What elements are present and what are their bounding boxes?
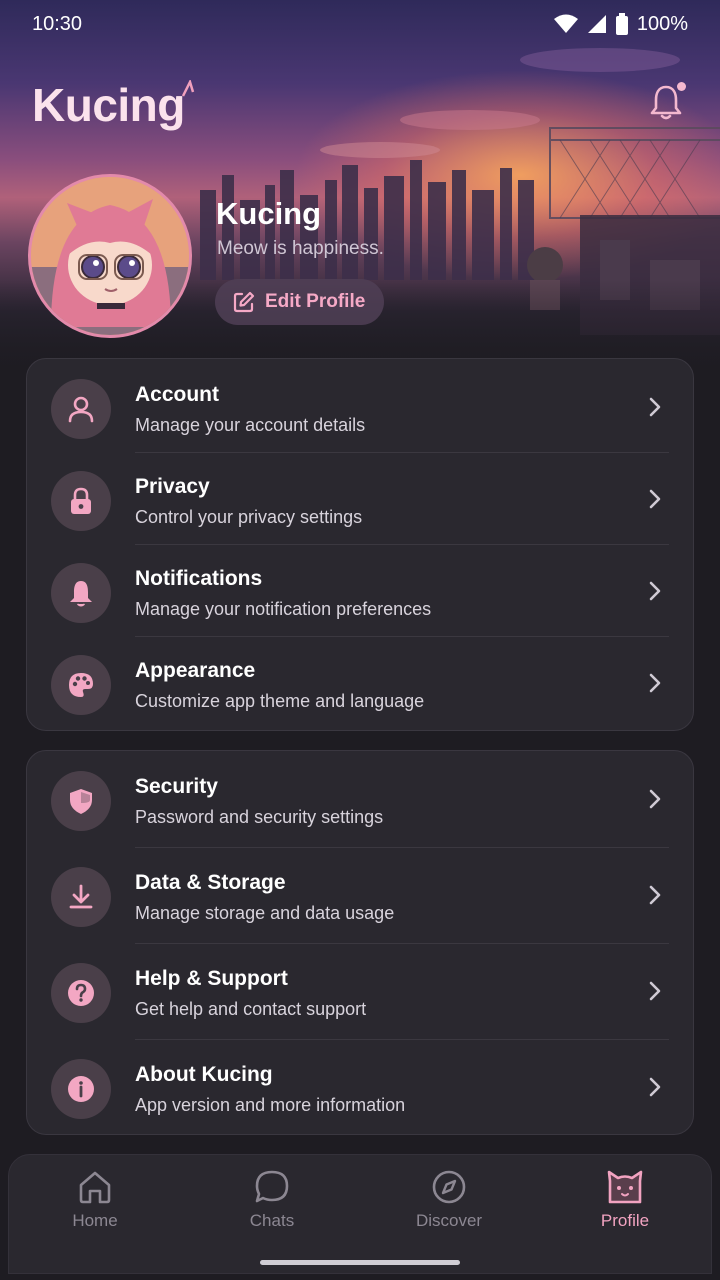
chevron-right-icon [649, 489, 661, 509]
chevron-right-icon [649, 397, 661, 417]
wifi-icon [553, 14, 578, 33]
settings-item-account[interactable]: Account Manage your account details [27, 361, 693, 453]
settings-item-help-support[interactable]: Help & Support Get help and contact supp… [27, 945, 693, 1037]
settings-card-support: Security Password and security settings … [26, 750, 694, 1135]
settings-item-title: Security [135, 775, 218, 798]
nav-profile[interactable]: Profile [565, 1169, 685, 1231]
person-icon [68, 396, 94, 423]
nav-discover[interactable]: Discover [389, 1169, 509, 1231]
settings-item-subtitle: Control your privacy settings [135, 507, 363, 527]
chevron-right-icon [649, 885, 661, 905]
divider [135, 847, 669, 848]
battery-icon [615, 13, 628, 35]
compass-icon [432, 1170, 466, 1204]
nav-label: Profile [600, 1211, 650, 1230]
bottom-nav: Home Chats Discover Profile [8, 1154, 712, 1274]
profile-bio: Meow is happiness. [217, 238, 384, 259]
settings-item-privacy[interactable]: Privacy Control your privacy settings [27, 453, 693, 545]
settings-item-subtitle: Manage your notification preferences [135, 599, 432, 619]
settings-item-about[interactable]: About Kucing App version and more inform… [27, 1041, 693, 1133]
settings-item-title: Account [135, 383, 219, 406]
divider [135, 1039, 669, 1040]
nav-home[interactable]: Home [35, 1169, 155, 1231]
home-indicator[interactable] [260, 1260, 460, 1265]
nav-chats[interactable]: Chats [212, 1169, 332, 1231]
settings-item-title: Data & Storage [135, 871, 286, 894]
avatar[interactable] [28, 174, 192, 338]
status-bar: 10:30 100% [0, 0, 720, 48]
download-icon [69, 884, 93, 909]
settings-item-subtitle: Customize app theme and language [135, 691, 425, 711]
edit-icon [233, 291, 255, 313]
anime-cat-girl-avatar [31, 177, 189, 335]
settings-item-title: About Kucing [135, 1063, 273, 1086]
palette-icon [69, 673, 93, 697]
battery-level: 100% [636, 12, 688, 35]
lock-icon [71, 487, 91, 514]
chevron-right-icon [649, 1077, 661, 1097]
chat-icon [255, 1170, 289, 1203]
settings-item-subtitle: Get help and contact support [135, 999, 367, 1019]
shield-icon [70, 789, 92, 814]
bell-icon [70, 581, 92, 607]
divider [135, 943, 669, 944]
notifications-button[interactable] [644, 80, 688, 124]
nav-label: Discover [415, 1211, 483, 1230]
app-logo: Kucing [32, 79, 185, 131]
home-icon [79, 1171, 111, 1204]
chevron-right-icon [649, 581, 661, 601]
info-icon [68, 1076, 94, 1102]
settings-item-subtitle: Password and security settings [135, 807, 384, 827]
settings-item-appearance[interactable]: Appearance Customize app theme and langu… [27, 637, 693, 729]
settings-card-general: Account Manage your account details Priv… [26, 358, 694, 731]
notification-badge [677, 82, 686, 91]
settings-item-title: Help & Support [135, 967, 288, 990]
settings-item-subtitle: Manage your account details [135, 415, 366, 435]
settings-item-title: Privacy [135, 475, 210, 498]
settings-item-security[interactable]: Security Password and security settings [27, 753, 693, 845]
edit-profile-label: Edit Profile [265, 291, 366, 312]
settings-item-data-storage[interactable]: Data & Storage Manage storage and data u… [27, 849, 693, 941]
nav-label: Home [72, 1211, 118, 1230]
settings-item-title: Notifications [135, 567, 263, 590]
chevron-right-icon [649, 981, 661, 1001]
signal-icon [587, 15, 606, 33]
chevron-right-icon [649, 789, 661, 809]
settings-item-notifications[interactable]: Notifications Manage your notification p… [27, 545, 693, 637]
settings-item-subtitle: Manage storage and data usage [135, 903, 395, 923]
status-time: 10:30 [32, 12, 83, 35]
cat-icon [607, 1170, 643, 1204]
question-icon [68, 980, 94, 1006]
nav-label: Chats [249, 1211, 295, 1230]
profile-name: Kucing [216, 196, 322, 231]
chevron-right-icon [649, 673, 661, 693]
settings-item-title: Appearance [135, 659, 256, 682]
edit-profile-button[interactable]: Edit Profile [215, 279, 384, 325]
logo-ear-icon [181, 80, 195, 97]
settings-item-subtitle: App version and more information [135, 1095, 406, 1115]
